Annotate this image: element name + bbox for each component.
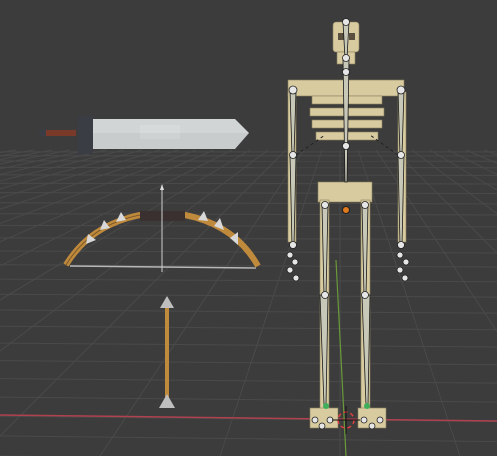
toe-joint[interactable] [311, 416, 319, 424]
joint-hip-left[interactable] [321, 201, 329, 209]
grid-line [375, 149, 497, 333]
arrow-object[interactable] [159, 296, 175, 408]
joint-knee-left[interactable] [321, 291, 329, 299]
skull-eye-left [338, 33, 344, 40]
pelvis [317, 181, 373, 203]
arrow-fletching [159, 394, 175, 408]
grid-line [0, 149, 35, 157]
grid-line [0, 149, 161, 199]
joint-head-top[interactable] [342, 18, 350, 26]
grid-line [0, 202, 497, 205]
finger-joint[interactable] [292, 274, 300, 282]
grid-line [0, 309, 497, 314]
joint-elbow-right[interactable] [397, 151, 405, 159]
joint-chest[interactable] [342, 68, 350, 76]
finger-joint[interactable] [396, 266, 404, 274]
finger-joints[interactable] [286, 251, 410, 430]
toe-joint[interactable] [360, 416, 368, 424]
joint-wrist-right[interactable] [397, 241, 405, 249]
grid-line [0, 149, 287, 437]
grid-line [0, 149, 125, 182]
grid-line [0, 149, 143, 190]
grid-line [0, 378, 497, 384]
grid-line [0, 360, 497, 366]
grid-line [0, 396, 497, 403]
sword-grip [46, 130, 76, 136]
grid-line [0, 149, 71, 165]
joint-elbow-left[interactable] [289, 151, 297, 159]
x-axis-line [0, 414, 497, 422]
joint-wrist-left[interactable] [289, 241, 297, 249]
grid-line [0, 213, 497, 216]
joint-neck[interactable] [342, 54, 350, 62]
toe-joint[interactable] [376, 416, 384, 424]
grid-line [0, 192, 497, 194]
grid-line [0, 149, 215, 243]
grid-line [0, 182, 497, 185]
arrow-head [160, 296, 174, 308]
3d-viewport[interactable] [0, 0, 497, 456]
toe-joint[interactable] [318, 422, 326, 430]
joint-knee-right[interactable] [361, 291, 369, 299]
finger-joint[interactable] [286, 266, 294, 274]
floor-grid [0, 149, 497, 456]
viewport-canvas[interactable] [0, 0, 497, 456]
bow-string [69, 265, 257, 269]
finger-joint[interactable] [402, 258, 410, 266]
grid-line [99, 149, 305, 456]
finger-joint[interactable] [291, 258, 299, 266]
joint-root-selected[interactable] [342, 206, 350, 214]
sword-blade-facet [140, 125, 180, 139]
grid-line [0, 149, 179, 210]
grid-line [0, 278, 497, 283]
finger-joint[interactable] [396, 251, 404, 259]
joint-shoulder-left[interactable] [288, 85, 298, 95]
joint-hip-right[interactable] [361, 201, 369, 209]
grid-line [483, 149, 497, 156]
finger-joint[interactable] [286, 251, 294, 259]
grid-line [219, 149, 323, 456]
grid-line [0, 237, 497, 241]
grid-line [0, 325, 497, 331]
skull-eye-right [349, 33, 355, 40]
sword-pommel [39, 129, 47, 137]
spine-bone[interactable] [342, 57, 350, 183]
ik-target-right[interactable] [364, 403, 370, 409]
grid-line [411, 149, 497, 215]
bow-object[interactable] [63, 184, 261, 272]
joint-shoulder-right[interactable] [396, 85, 406, 95]
sword-object[interactable] [39, 116, 249, 154]
ik-target-left[interactable] [323, 403, 329, 409]
bow-top-tip [160, 184, 164, 190]
skeleton-object[interactable] [286, 18, 410, 430]
grid-line [465, 149, 497, 164]
finger-joint[interactable] [401, 274, 409, 282]
grid-line [0, 435, 497, 443]
grid-line [0, 149, 251, 301]
grid-line [0, 149, 107, 175]
grid-line [0, 224, 497, 228]
toe-joint[interactable] [368, 422, 376, 430]
grid-line [0, 149, 233, 267]
joint-spine[interactable] [342, 142, 350, 150]
sword-guard [78, 116, 93, 154]
